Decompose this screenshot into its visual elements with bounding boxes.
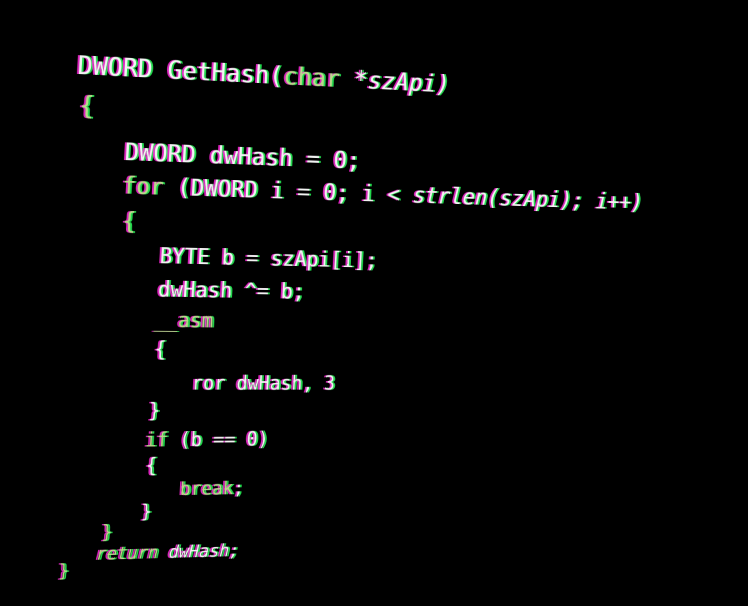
brace: } (140, 500, 153, 523)
return-keyword: return (95, 542, 159, 565)
return-value: dwHash; (157, 540, 240, 564)
for-header: (DWORD i = 0; i < (162, 173, 414, 209)
param-type: char (282, 62, 341, 94)
code-snippet: DWORD GetHash(char *szApi) { DWORD dwHas… (0, 0, 668, 601)
break-keyword: break (179, 477, 234, 500)
semicolon: ; (232, 477, 245, 500)
param-name: *szApi) (339, 65, 451, 100)
if-condition: (b == 0) (167, 427, 270, 452)
brace: } (57, 560, 70, 582)
for-condition: strlen(szApi); i++) (412, 181, 644, 216)
function-name: GetHash( (166, 55, 285, 91)
code-line-17: return dwHash; (52, 520, 241, 587)
asm-instruction: ror dwHash, 3 (191, 371, 336, 395)
code-line-18: } (14, 540, 71, 604)
